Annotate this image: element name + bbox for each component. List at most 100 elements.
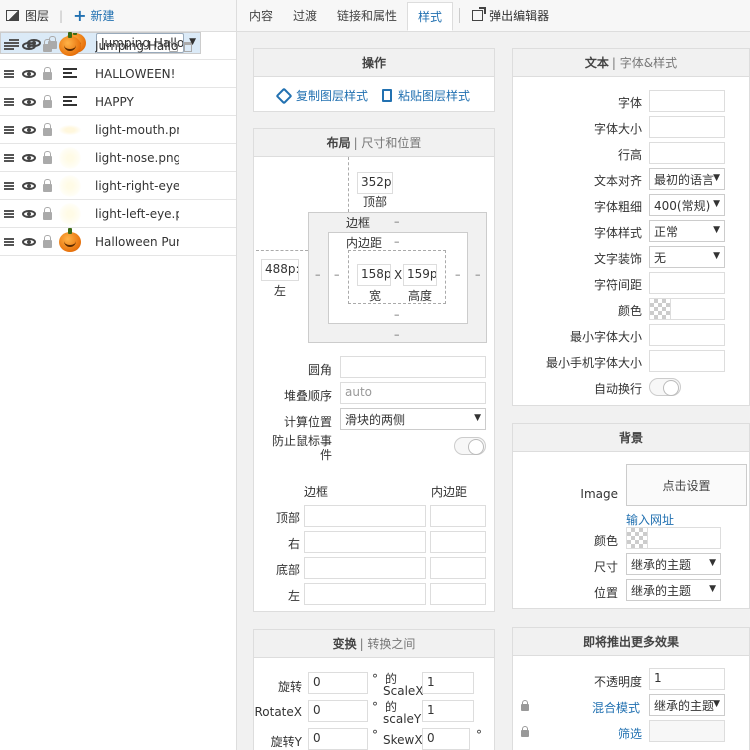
bg-color-swatch[interactable] <box>626 527 648 549</box>
lock-icon[interactable] <box>43 178 52 192</box>
font-family-input[interactable] <box>649 90 725 112</box>
layer-row[interactable]: Jumping Hallow <box>0 31 236 60</box>
layer-row[interactable]: light-nose.png <box>0 144 236 172</box>
tab-style[interactable]: 样式 <box>407 2 454 31</box>
calc-position-select[interactable]: 滑块的两侧 <box>340 408 486 430</box>
scalex-input[interactable]: 1 <box>422 672 474 694</box>
drag-handle-icon[interactable] <box>4 125 14 134</box>
lock-icon[interactable] <box>43 122 52 136</box>
padding-side-input[interactable] <box>430 557 486 579</box>
radius-input[interactable] <box>340 356 486 378</box>
border-top-value[interactable]: – <box>394 215 400 228</box>
layer-row[interactable]: HAPPY <box>0 88 236 116</box>
scaley-input[interactable]: 1 <box>422 700 474 722</box>
tab-link-attributes[interactable]: 链接和属性 <box>327 0 407 31</box>
popout-editor-button[interactable]: 弹出编辑器 <box>466 0 549 31</box>
rotatey-input[interactable]: 0 <box>308 728 368 750</box>
text-decoration-select[interactable]: 无 <box>649 246 725 268</box>
border-bottom-value[interactable]: – <box>394 328 400 341</box>
top-position-input[interactable]: 352p <box>357 172 393 194</box>
height-input[interactable]: 159p <box>403 264 437 286</box>
drag-handle-icon[interactable] <box>4 181 14 190</box>
copy-layer-style-button[interactable]: 复制图层样式 <box>275 87 368 104</box>
font-size-input[interactable] <box>649 116 725 138</box>
new-layer-button[interactable]: + 新建 <box>73 6 114 25</box>
visibility-eye-icon[interactable] <box>22 209 36 218</box>
drag-handle-icon[interactable] <box>4 41 14 50</box>
blend-mode-select[interactable]: 继承的主题 <box>649 694 725 716</box>
drag-handle-icon[interactable] <box>4 237 14 246</box>
visibility-eye-icon[interactable] <box>22 69 36 78</box>
padding-side-input[interactable] <box>430 531 486 553</box>
padding-right-value[interactable]: – <box>455 268 461 281</box>
letter-spacing-input[interactable] <box>649 272 725 294</box>
border-left-value[interactable]: – <box>315 268 321 281</box>
drag-handle-icon[interactable] <box>4 97 14 106</box>
border-side-input[interactable] <box>304 557 426 579</box>
min-mobile-font-size-input[interactable] <box>649 350 725 372</box>
visibility-eye-icon[interactable] <box>22 97 36 106</box>
drag-handle-icon[interactable] <box>4 153 14 162</box>
drag-handle-icon[interactable] <box>4 69 14 78</box>
width-input[interactable]: 158p <box>357 264 391 286</box>
bg-size-select[interactable]: 继承的主题 <box>626 553 721 575</box>
border-side-input[interactable] <box>304 505 426 527</box>
visibility-eye-icon[interactable] <box>22 153 36 162</box>
lock-icon[interactable] <box>43 66 52 80</box>
prevent-mouse-toggle[interactable] <box>454 437 486 455</box>
line-height-input[interactable] <box>649 142 725 164</box>
rotatex-degree: ° <box>372 700 378 714</box>
tab-content[interactable]: 内容 <box>239 0 283 31</box>
visibility-eye-icon[interactable] <box>22 181 36 190</box>
border-side-input[interactable] <box>304 531 426 553</box>
visibility-eye-icon[interactable] <box>22 41 36 50</box>
image-thumbnail <box>59 124 81 135</box>
zindex-input[interactable]: auto <box>340 382 486 404</box>
skewx-input[interactable]: 0 <box>422 728 470 750</box>
tab-transition[interactable]: 过渡 <box>283 0 327 31</box>
font-style-label: 字体样式 <box>593 226 642 240</box>
blend-mode-label[interactable]: 混合模式 <box>592 699 640 716</box>
font-style-select[interactable]: 正常 <box>649 220 725 242</box>
bg-position-select[interactable]: 继承的主题 <box>626 579 721 601</box>
lock-icon[interactable] <box>43 206 52 220</box>
min-font-size-input[interactable] <box>649 324 725 346</box>
image-set-button[interactable]: 点击设置 <box>626 464 747 506</box>
lock-icon[interactable] <box>43 94 52 108</box>
rotatex-input[interactable]: 0 <box>308 700 368 722</box>
border-right-value[interactable]: – <box>475 268 481 281</box>
bg-color-input[interactable] <box>647 527 721 549</box>
padding-left-value[interactable]: – <box>334 268 340 281</box>
visibility-eye-icon[interactable] <box>22 237 36 246</box>
word-wrap-toggle[interactable] <box>649 378 681 396</box>
text-color-swatch[interactable] <box>649 298 671 320</box>
layer-row[interactable]: light-left-eye.p <box>0 200 236 228</box>
left-position-input[interactable]: 488p: <box>261 259 299 281</box>
layer-row[interactable]: light-mouth.pr <box>0 116 236 144</box>
enter-url-link[interactable]: 输入网址 <box>626 511 674 528</box>
text-color-input[interactable] <box>670 298 725 320</box>
height-label: 高度 <box>408 289 433 303</box>
padding-bottom-value[interactable]: – <box>394 308 400 321</box>
top-guide-line <box>348 157 349 212</box>
padding-top-value[interactable]: – <box>394 235 400 248</box>
visibility-eye-icon[interactable] <box>22 125 36 134</box>
lock-icon[interactable] <box>43 150 52 164</box>
padding-side-input[interactable] <box>430 505 486 527</box>
text-align-select[interactable]: 最初的语言 <box>649 168 725 190</box>
padding-side-input[interactable] <box>430 583 486 605</box>
layer-row[interactable]: Halloween Pun <box>0 227 236 256</box>
font-weight-select[interactable]: 400(常规) <box>649 194 725 216</box>
lock-icon[interactable] <box>43 234 52 248</box>
layer-row[interactable]: HALLOWEEN! <box>0 60 236 88</box>
filter-input[interactable] <box>649 720 725 742</box>
paste-layer-style-button[interactable]: 粘贴图层样式 <box>382 87 470 104</box>
opacity-input[interactable]: 1 <box>649 668 725 690</box>
border-side-input[interactable] <box>304 583 426 605</box>
filter-label[interactable]: 筛选 <box>618 725 642 742</box>
border-box-label: 边框 <box>346 216 371 230</box>
rotate-input[interactable]: 0 <box>308 672 368 694</box>
lock-icon[interactable] <box>43 38 52 52</box>
drag-handle-icon[interactable] <box>4 209 14 218</box>
layer-row[interactable]: light-right-eye. <box>0 172 236 200</box>
